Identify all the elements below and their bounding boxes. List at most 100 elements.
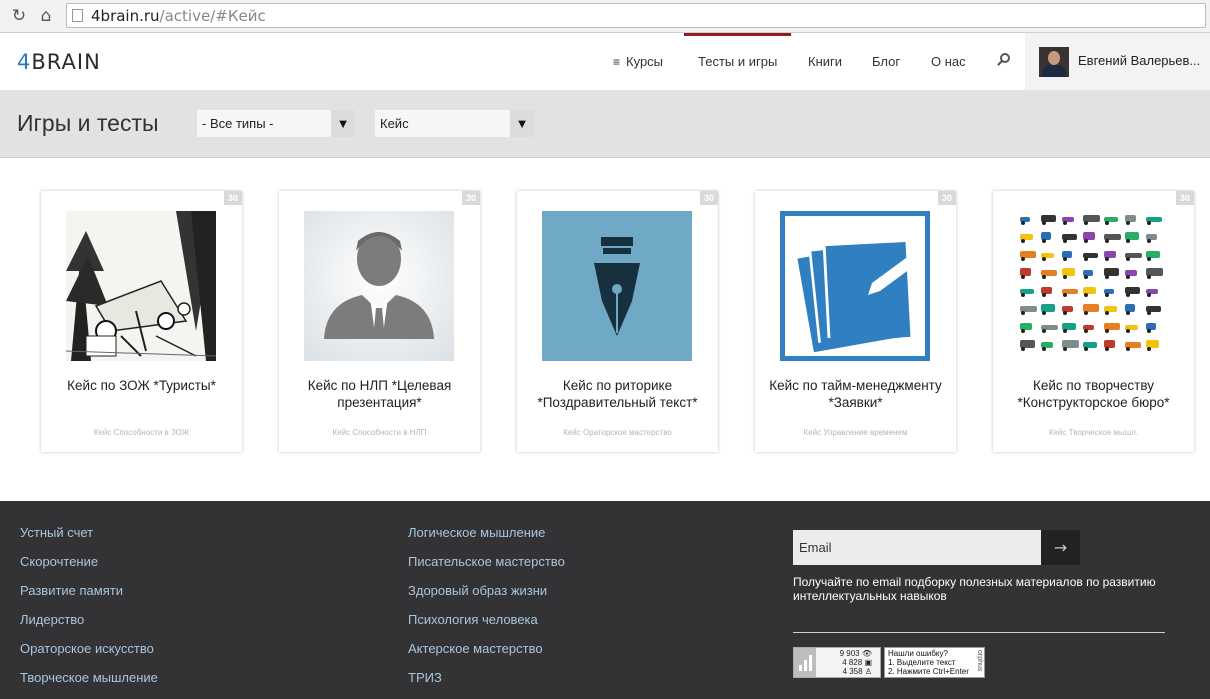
card-image: [66, 211, 216, 361]
wheel-icon: [1105, 257, 1109, 261]
type-select[interactable]: - Все типы - ▼: [197, 110, 355, 137]
vehicle-icon: [1125, 270, 1137, 276]
category-select[interactable]: Кейс ▼: [375, 110, 534, 137]
vehicle-icon: [1146, 268, 1163, 276]
card-creativity[interactable]: 30 Кейс по творчеству *Конструкторское б…: [993, 191, 1194, 452]
vehicle-icon: [1125, 325, 1138, 330]
vehicle-icon: [1062, 306, 1073, 312]
card-time-management[interactable]: 30 Кейс по тайм-менеджменту *Заявки* Кей…: [755, 191, 956, 452]
vehicle-icon: [1020, 323, 1032, 330]
site-logo[interactable]: 4BRAIN: [17, 50, 101, 74]
visitor-counter[interactable]: 9 903 👁 4 828 ▣ 4 358 ♙: [793, 647, 881, 678]
dropdown-arrow-icon: ▼: [331, 110, 355, 137]
vehicle-icon: [1062, 234, 1077, 240]
wheel-icon: [1063, 329, 1067, 333]
nav-about[interactable]: О нас: [931, 33, 966, 90]
wheel-icon: [1126, 221, 1130, 225]
wheel-icon: [1126, 275, 1130, 279]
vehicle-icon: [1041, 253, 1054, 258]
address-bar[interactable]: 4brain.ru/active/#Кейс: [66, 3, 1206, 28]
wheel-icon: [1147, 347, 1151, 351]
wheel-icon: [1021, 257, 1025, 261]
wheel-icon: [1105, 239, 1109, 243]
wheel-icon: [1126, 239, 1130, 243]
wheel-icon: [1021, 275, 1025, 279]
wheel-icon: [1126, 311, 1130, 315]
wheel-icon: [1063, 239, 1067, 243]
email-field[interactable]: Email: [793, 530, 1041, 565]
card-nlp[interactable]: 30 Кейс по НЛП *Целевая презентация* Кей…: [279, 191, 480, 452]
vehicle-icon: [1041, 232, 1051, 240]
footer-link[interactable]: Логическое мышление: [408, 525, 545, 540]
reload-icon[interactable]: ↻: [9, 6, 29, 26]
card-image: [304, 211, 454, 361]
chart-icon: [794, 648, 816, 677]
footer-link[interactable]: ТРИЗ: [408, 670, 442, 685]
card-rhetoric[interactable]: 30 Кейс по риторике *Поздравительный тек…: [517, 191, 718, 452]
vehicle-icon: [1041, 342, 1053, 348]
user-name: Евгений Валерьев...: [1078, 53, 1201, 68]
card-tags: Кейс Ораторское мастерство: [563, 428, 672, 437]
card-image: [542, 211, 692, 361]
footer-link[interactable]: Устный счет: [20, 525, 93, 540]
footer-link[interactable]: Здоровый образ жизни: [408, 583, 547, 598]
footer-link[interactable]: Лидерство: [20, 612, 84, 627]
vehicle-icon: [1146, 251, 1160, 258]
card-tags: Кейс Управление временем: [803, 428, 908, 437]
wheel-icon: [1105, 329, 1109, 333]
vehicle-icon: [1083, 304, 1099, 312]
footer-link[interactable]: Писательское мастерство: [408, 554, 565, 569]
card-badge: 30: [1176, 191, 1194, 205]
nav-blog[interactable]: Блог: [872, 33, 900, 90]
vehicle-icon: [1146, 289, 1158, 294]
wheel-icon: [1084, 257, 1088, 261]
subscribe-description: Получайте по email подборку полезных мат…: [793, 575, 1156, 603]
url-text: 4brain.ru/active/#Кейс: [91, 7, 266, 25]
wheel-icon: [1063, 275, 1067, 279]
user-menu[interactable]: Евгений Валерьев...: [1025, 33, 1210, 90]
footer-link[interactable]: Творческое мышление: [20, 670, 158, 685]
vehicle-icon: [1104, 340, 1115, 348]
nav-courses[interactable]: ≡ Курсы: [613, 33, 663, 90]
wheel-icon: [1126, 293, 1130, 297]
wheel-icon: [1084, 347, 1088, 351]
page-icon: [72, 9, 83, 22]
wheel-icon: [1147, 239, 1151, 243]
wheel-icon: [1042, 239, 1046, 243]
wheel-icon: [1105, 311, 1109, 315]
wheel-icon: [1105, 347, 1109, 351]
vehicle-icon: [1041, 215, 1056, 222]
orphus-widget[interactable]: Нашли ошибку? 1. Выделите текст 2. Нажми…: [884, 647, 985, 678]
wheel-icon: [1147, 275, 1151, 279]
nav-tests-games[interactable]: Тесты и игры: [683, 33, 792, 90]
search-icon[interactable]: [995, 52, 1013, 70]
orphus-logo: orphus: [976, 650, 983, 672]
wheel-icon: [1063, 347, 1067, 351]
nav-books[interactable]: Книги: [808, 33, 842, 90]
vehicle-icon: [1041, 304, 1055, 312]
card-title: Кейс по НЛП *Целевая презентация*: [307, 378, 452, 410]
footer-link[interactable]: Развитие памяти: [20, 583, 123, 598]
vehicle-icon: [1020, 234, 1033, 240]
home-icon[interactable]: ⌂: [36, 6, 56, 26]
footer-link[interactable]: Скорочтение: [20, 554, 98, 569]
vehicle-icon: [1020, 217, 1030, 222]
wheel-icon: [1042, 275, 1046, 279]
subscribe-button[interactable]: →: [1041, 530, 1080, 565]
wheel-icon: [1042, 329, 1046, 333]
footer-link[interactable]: Ораторское искусство: [20, 641, 154, 656]
vehicle-icon: [1146, 306, 1161, 312]
counter-visitors: 4 358 ♙: [842, 667, 872, 676]
vehicle-icon: [1041, 287, 1052, 294]
wheel-icon: [1084, 275, 1088, 279]
footer-link[interactable]: Актерское мастерство: [408, 641, 543, 656]
orphus-line: Нашли ошибку?: [888, 649, 948, 658]
card-zozh[interactable]: 30 Кейс по ЗОЖ *Туристы* Кейс Способност…: [41, 191, 242, 452]
wheel-icon: [1021, 347, 1025, 351]
card-badge: 30: [938, 191, 956, 205]
site-footer: Устный счет Скорочтение Развитие памяти …: [0, 501, 1210, 699]
wheel-icon: [1126, 347, 1130, 351]
footer-link[interactable]: Психология человека: [408, 612, 538, 627]
orphus-line: 2. Нажмите Ctrl+Enter: [888, 667, 969, 676]
wheel-icon: [1021, 239, 1025, 243]
